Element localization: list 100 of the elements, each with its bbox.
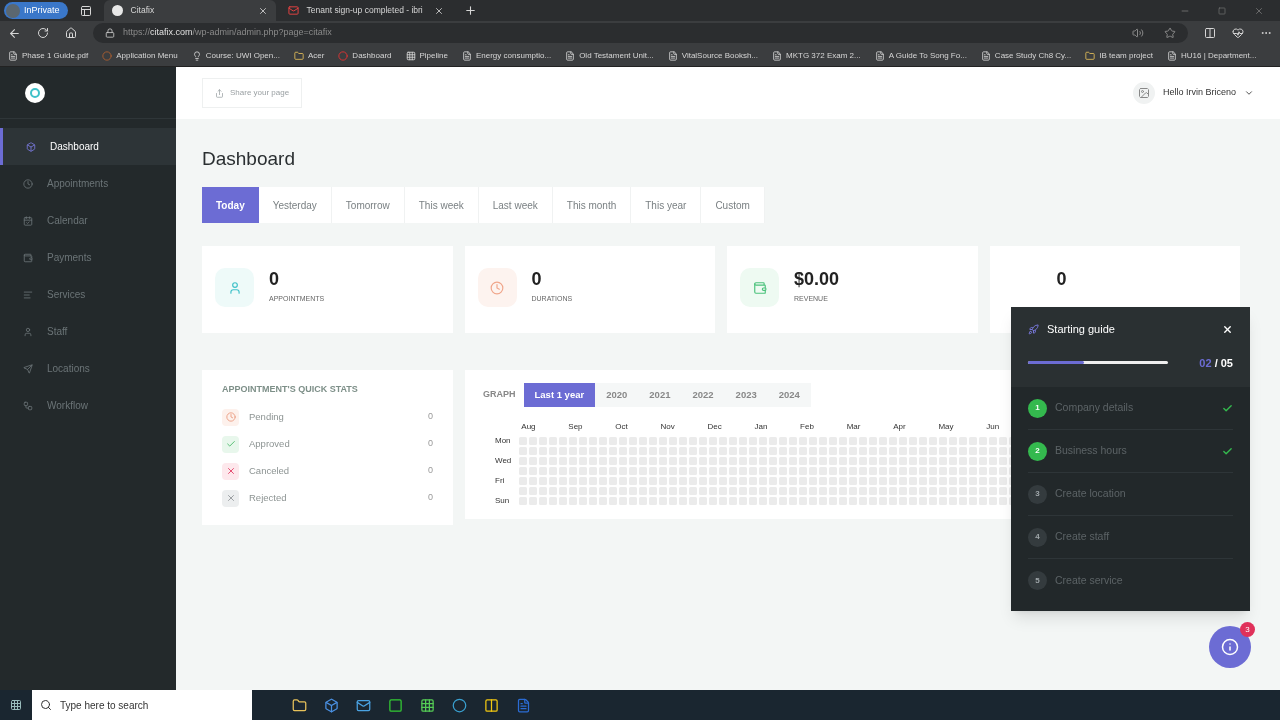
guide-step[interactable]: 4 Create staff	[1028, 516, 1233, 559]
month-label: Sep	[568, 421, 583, 433]
check-icon	[1222, 402, 1233, 414]
browser-tab[interactable]: Tenant sign-up completed - ibri	[279, 0, 452, 21]
close-icon[interactable]	[1222, 323, 1233, 335]
stat-value: $0.00	[794, 268, 840, 290]
wallet-icon	[740, 268, 779, 307]
bookmark[interactable]: Application Menu	[102, 49, 178, 62]
year-tab[interactable]: 2023	[724, 383, 768, 407]
year-tab[interactable]: 2024	[767, 383, 811, 407]
close-icon[interactable]	[257, 5, 268, 16]
year-tab[interactable]: Last 1 year	[523, 383, 596, 407]
bookmark[interactable]: Old Testament Unit...	[565, 49, 654, 62]
step-number: 1	[1028, 398, 1047, 418]
bookmark[interactable]: Energy consumptio...	[461, 49, 552, 62]
flow-icon	[23, 400, 33, 411]
person-icon	[215, 268, 254, 307]
split-screen-icon[interactable]	[1204, 27, 1216, 39]
date-range-tab[interactable]: This week	[404, 187, 479, 223]
status-count: 0	[428, 464, 433, 478]
stat-value: 0	[269, 268, 280, 290]
bookmark[interactable]: MKTG 372 Exam 2...	[772, 49, 861, 62]
caret-icon	[1244, 88, 1254, 98]
close-icon	[222, 489, 239, 507]
status-count: 0	[428, 437, 433, 451]
clock-icon	[222, 408, 239, 426]
info-icon	[1221, 638, 1239, 656]
speaker-icon[interactable]	[1132, 27, 1144, 39]
bookmark[interactable]: Case Study Ch8 Cy...	[980, 49, 1072, 62]
sidebar-item[interactable]: Dashboard	[0, 128, 176, 165]
step-label: Company details	[1055, 400, 1135, 416]
mail-icon[interactable]	[356, 697, 371, 713]
grid-icon[interactable]	[420, 697, 435, 713]
taskbar-search-field[interactable]: Type here to search	[32, 690, 252, 720]
document-icon[interactable]	[516, 697, 531, 713]
bookmark[interactable]: Phase 1 Guide.pdf	[8, 49, 89, 62]
close-icon[interactable]	[433, 5, 444, 16]
status-label: Approved	[249, 436, 291, 451]
weekday-label: Wed	[495, 455, 512, 467]
status-label: Rejected	[249, 490, 288, 505]
date-range-tab[interactable]: Yesterday	[258, 187, 332, 223]
date-range-tab[interactable]: This year	[631, 187, 702, 223]
page-icon	[565, 50, 576, 61]
month-label: Nov	[660, 421, 675, 433]
sidebar-item[interactable]: Workflow	[0, 387, 176, 424]
month-label: Apr	[893, 421, 906, 433]
address-bar[interactable]: https://citafix.com/wp-admin/admin.php?page=citafix	[93, 23, 1188, 43]
year-tab[interactable]: 2022	[681, 383, 725, 407]
user-menu[interactable]: Hello Irvin Briceno	[1132, 82, 1254, 104]
folder-icon[interactable]	[292, 697, 307, 713]
sidebar-item[interactable]: Staff	[0, 313, 176, 350]
page-icon	[874, 50, 885, 61]
bookmark[interactable]: A Guide To Song Fo...	[874, 49, 967, 62]
month-label: Dec	[707, 421, 722, 433]
status-label: Pending	[249, 409, 285, 424]
sidebar-item[interactable]: Calendar	[0, 202, 176, 239]
reload-icon[interactable]	[37, 27, 49, 39]
page-icon	[980, 50, 991, 61]
date-range-tab[interactable]: Last week	[478, 187, 553, 223]
bookmark[interactable]: Pipeline	[405, 49, 448, 62]
bookmark[interactable]: IB team project	[1085, 49, 1153, 62]
sidebar-item[interactable]: Services	[0, 276, 176, 313]
favorite-icon[interactable]	[1164, 27, 1176, 39]
date-range-tab[interactable]: Custom	[701, 187, 765, 223]
bookmark[interactable]: VitalSource Booksh...	[667, 49, 759, 62]
date-range-tab[interactable]: This month	[552, 187, 632, 223]
weekday-label: Mon	[495, 435, 512, 447]
heart-icon[interactable]	[1232, 27, 1244, 39]
date-range-tab[interactable]: Today	[202, 187, 259, 223]
year-tab[interactable]: 2020	[595, 383, 639, 407]
new-tab-icon[interactable]	[463, 4, 477, 17]
guide-step[interactable]: 1 Company details	[1028, 387, 1233, 430]
bookmark[interactable]: Acer	[293, 49, 325, 62]
private-badge[interactable]: InPrivate	[4, 2, 68, 19]
status-label: Canceled	[249, 463, 291, 478]
sidebar-item[interactable]: Locations	[0, 350, 176, 387]
dashboard-icon	[26, 141, 36, 152]
bookmark[interactable]: Course: UWI Open...	[191, 49, 280, 62]
page-icon	[772, 50, 783, 61]
share-button[interactable]: Share your page	[202, 78, 303, 108]
bulb-icon	[191, 50, 202, 61]
site-icon	[111, 5, 123, 16]
tab-actions-icon[interactable]	[79, 4, 92, 17]
date-range-tab[interactable]: Tomorrow	[331, 187, 405, 223]
page-icon	[667, 50, 678, 61]
bookmark[interactable]: Dashboard	[338, 49, 392, 62]
sidebar-item[interactable]: Payments	[0, 239, 176, 276]
year-tab[interactable]: 2021	[638, 383, 682, 407]
avatar-icon	[1132, 82, 1155, 104]
bookmark[interactable]: HU16 | Department...	[1167, 49, 1257, 62]
browser-tab[interactable]: Citafix	[103, 0, 276, 21]
guide-step[interactable]: 5 Create service	[1028, 559, 1233, 602]
search-icon	[40, 699, 52, 711]
send-icon	[23, 363, 33, 374]
page-icon	[461, 50, 472, 61]
sidebar-item[interactable]: Appointments	[0, 165, 176, 202]
home-icon[interactable]	[65, 27, 77, 39]
month-label: Aug	[521, 421, 536, 433]
logo-icon	[25, 82, 45, 103]
back-icon[interactable]	[8, 26, 21, 40]
